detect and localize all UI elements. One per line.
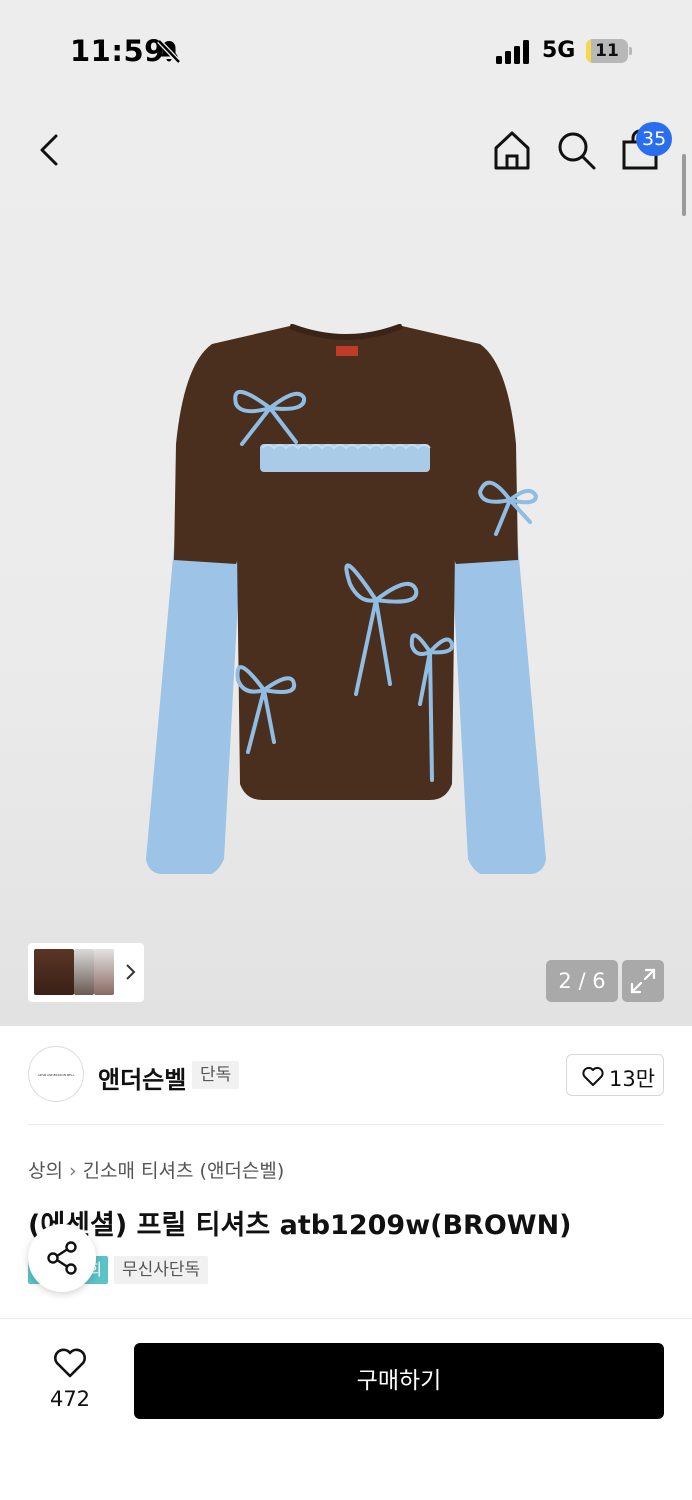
scroll-indicator (682, 154, 686, 216)
heart-icon (54, 1348, 86, 1378)
expand-button[interactable] (622, 960, 664, 1002)
brand-logo[interactable]: ADSB ANDERSSON BELL (28, 1046, 84, 1102)
thumbnail-3[interactable] (94, 949, 114, 995)
battery-percent: 11 (595, 41, 619, 61)
product-image[interactable] (140, 324, 552, 879)
breadcrumb-item[interactable]: 긴소매 티셔츠 (앤더슨벨) (83, 1160, 285, 1182)
product-gallery[interactable]: 35 2 / 6 (0, 104, 692, 1026)
brand-like-button[interactable]: 13만 (566, 1054, 664, 1096)
divider (28, 1124, 664, 1125)
buy-button[interactable]: 구매하기 (134, 1343, 664, 1419)
chevron-right-icon[interactable] (124, 963, 136, 981)
heart-icon (582, 1066, 604, 1086)
cart-count-badge: 35 (636, 122, 673, 156)
wishlist-count: 472 (49, 1387, 91, 1411)
product-title: (에센셜) 프릴 티셔츠 atb1209w(BROWN) (28, 1210, 572, 1241)
exclusive-badge: 무신사단독 (114, 1256, 209, 1284)
bell-muted-icon (157, 39, 181, 64)
share-icon (47, 1241, 77, 1275)
breadcrumb: 상의 › 긴소매 티셔츠 (앤더슨벨) (28, 1156, 284, 1183)
brand-row: ADSB ANDERSSON BELL 앤더슨벨 단독 13만 (0, 1026, 692, 1126)
brand-like-count: 13만 (609, 1067, 656, 1091)
chevron-right-icon: › (68, 1160, 77, 1182)
signal-icon (496, 40, 529, 64)
expand-icon (630, 968, 656, 994)
thumbnail-2[interactable] (74, 949, 94, 995)
search-icon[interactable] (554, 128, 598, 172)
image-counter: 2 / 6 (546, 960, 618, 1002)
back-arrow-icon[interactable] (30, 128, 70, 172)
wishlist-button[interactable]: 472 (40, 1341, 100, 1411)
home-icon[interactable] (490, 128, 534, 172)
brand-name[interactable]: 앤더슨벨 (98, 1060, 186, 1095)
battery-icon: 11 (586, 39, 632, 63)
thumbnail-strip[interactable] (28, 943, 144, 1002)
breadcrumb-item[interactable]: 상의 (28, 1160, 63, 1182)
thumbnail-1[interactable] (34, 949, 74, 995)
status-time: 11:59 (70, 34, 165, 68)
network-type: 5G (542, 38, 576, 63)
share-button[interactable] (28, 1224, 96, 1292)
bottom-action-bar: 472 구매하기 (0, 1318, 692, 1500)
brand-exclusive-tag: 단독 (192, 1061, 240, 1089)
status-bar: 11:59 5G 11 (0, 0, 692, 104)
